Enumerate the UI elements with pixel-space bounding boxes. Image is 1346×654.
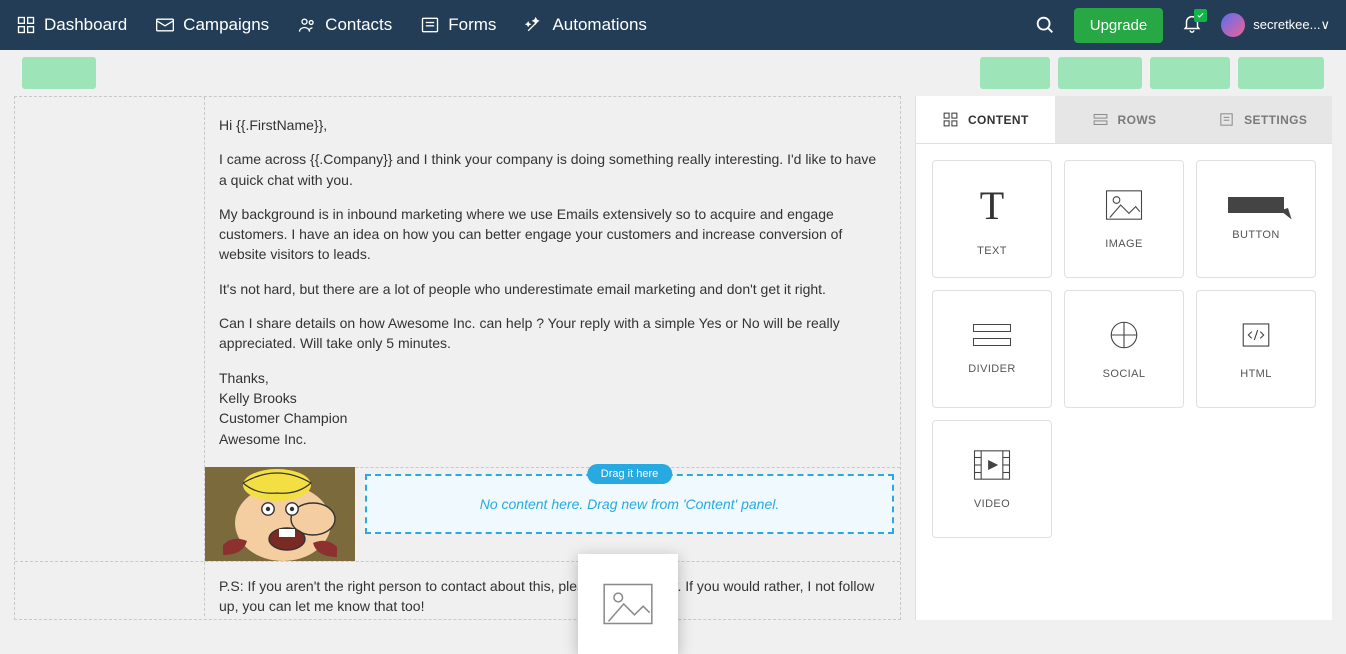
block-divider[interactable]: DIVIDER [932,290,1052,408]
social-icon [1104,318,1144,352]
html-icon [1236,318,1276,352]
nav-automations-label: Automations [552,15,647,35]
left-gutter [15,97,205,468]
tab-content[interactable]: CONTENT [916,96,1055,144]
notifications-button[interactable] [1181,12,1203,39]
email-p1: I came across {{.Company}} and I think y… [219,149,886,190]
sub-toolbar [0,50,1346,96]
email-text-block[interactable]: Hi {{.FirstName}}, I came across {{.Comp… [205,97,900,468]
user-menu[interactable]: secretkee...∨ [1221,13,1330,37]
email-ps-block[interactable]: P.S: If you aren't the right person to c… [205,562,900,617]
nav-dashboard[interactable]: Dashboard [16,15,127,35]
avatar [1221,13,1245,37]
nav-right: Upgrade secretkee...∨ [1034,8,1330,43]
notif-check-badge [1194,9,1207,22]
wand-icon [524,15,544,35]
nav-automations[interactable]: Automations [524,15,647,35]
image-icon [1104,188,1144,222]
drop-zone[interactable]: Drag it here No content here. Drag new f… [365,474,894,555]
main-area: Hi {{.FirstName}}, I came across {{.Comp… [0,96,1346,620]
email-p2: My background is in inbound marketing wh… [219,204,886,265]
profile-image [205,467,355,561]
dashboard-icon [16,15,36,35]
email-p4: Can I share details on how Awesome Inc. … [219,313,886,354]
user-name-label: secretkee...∨ [1253,17,1330,33]
email-greeting: Hi {{.FirstName}}, [219,115,886,135]
sub-action-1[interactable] [980,57,1050,89]
editor-canvas: Hi {{.FirstName}}, I came across {{.Comp… [0,96,915,620]
left-gutter-2 [15,468,205,561]
grid-icon [942,111,959,128]
mail-icon [155,15,175,35]
nav-forms-label: Forms [448,15,496,35]
panel-tabs: CONTENT ROWS SETTINGS [916,96,1332,144]
rows-icon [1092,111,1109,128]
nav-contacts[interactable]: Contacts [297,15,392,35]
top-nav: Dashboard Campaigns Contacts Forms Autom… [0,0,1346,50]
left-gutter-3 [15,562,205,617]
image-icon [602,578,654,630]
nav-dashboard-label: Dashboard [44,15,127,35]
tab-rows[interactable]: ROWS [1055,96,1194,144]
block-image[interactable]: IMAGE [1064,160,1184,278]
email-ps: P.S: If you aren't the right person to c… [219,576,886,617]
sub-back-button[interactable] [22,57,96,89]
block-video[interactable]: VIDEO [932,420,1052,538]
button-icon [1228,197,1284,213]
search-icon[interactable] [1034,14,1056,36]
text-icon: T [980,182,1004,229]
sub-action-3[interactable] [1150,57,1230,89]
block-html[interactable]: HTML [1196,290,1316,408]
content-blocks-grid: TTEXT IMAGE BUTTON DIVIDER SOCIAL HTML V… [916,144,1332,554]
sub-action-4[interactable] [1238,57,1324,89]
nav-forms[interactable]: Forms [420,15,496,35]
contacts-icon [297,15,317,35]
divider-icon [971,323,1013,347]
drop-hint-pill: Drag it here [587,464,672,484]
side-panel: CONTENT ROWS SETTINGS TTEXT IMAGE BUTTON… [915,96,1332,620]
forms-icon [420,15,440,35]
drop-empty-text: No content here. Drag new from 'Content'… [480,496,780,512]
email-image-block[interactable] [205,467,355,561]
email-signature: Thanks, Kelly Brooks Customer Champion A… [219,368,886,449]
nav-campaigns-label: Campaigns [183,15,269,35]
block-button[interactable]: BUTTON [1196,160,1316,278]
upgrade-button[interactable]: Upgrade [1074,8,1164,43]
nav-campaigns[interactable]: Campaigns [155,15,269,35]
tab-settings[interactable]: SETTINGS [1193,96,1332,144]
block-social[interactable]: SOCIAL [1064,290,1184,408]
drag-ghost-image[interactable] [578,554,678,654]
email-p3: It's not hard, but there are a lot of pe… [219,279,886,299]
settings-icon [1218,111,1235,128]
nav-items: Dashboard Campaigns Contacts Forms Autom… [16,15,647,35]
block-text[interactable]: TTEXT [932,160,1052,278]
sub-action-2[interactable] [1058,57,1142,89]
nav-contacts-label: Contacts [325,15,392,35]
video-icon [972,448,1012,482]
